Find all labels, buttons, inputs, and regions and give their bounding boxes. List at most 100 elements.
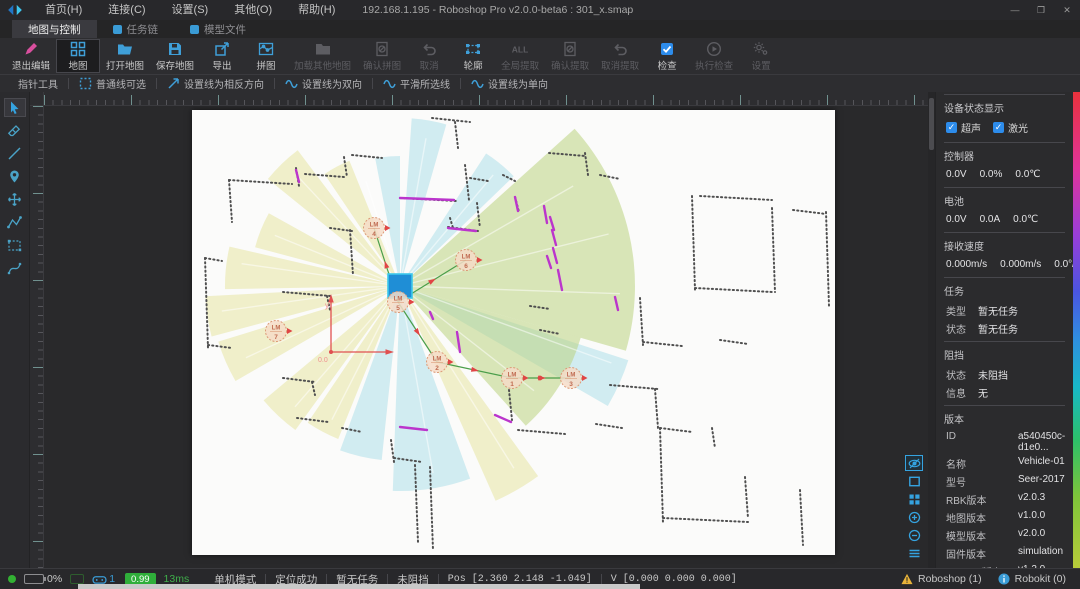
toolbar-button-全局提取[interactable]: ALL全局提取: [495, 39, 545, 73]
panel-section-阻挡: 阻挡状态未阻挡信息无: [944, 341, 1065, 405]
view-grid4-button[interactable]: [905, 491, 923, 507]
puzzle-icon: [258, 41, 274, 57]
tool-line[interactable]: [4, 144, 26, 163]
svg-text:1: 1: [510, 381, 514, 388]
toolbar-button-设置[interactable]: 设置: [739, 39, 783, 73]
view-zoom-in-button[interactable]: [905, 509, 923, 525]
toolbar-button-label: 轮廓: [464, 58, 483, 72]
title-bar: 首页(H)连接(C)设置(S)其他(O)帮助(H) 192.168.1.195 …: [0, 0, 1080, 20]
save-icon: [167, 41, 183, 57]
tool-eraser[interactable]: [4, 121, 26, 140]
menu-连接(C)[interactable]: 连接(C): [95, 0, 158, 20]
gear-icon: [753, 41, 769, 57]
info-value: v1.0.0: [1018, 510, 1065, 525]
toolbar-button-执行检查[interactable]: 执行检查: [689, 39, 739, 73]
toolbar-button-退出编辑[interactable]: 退出编辑: [6, 39, 56, 73]
menu-其他(O)[interactable]: 其他(O): [221, 0, 285, 20]
tool-rect-select[interactable]: [4, 236, 26, 255]
map-svg[interactable]: y0.0LM4LM6LM5LM7LM2LM1LM3: [192, 110, 835, 555]
tool-move[interactable]: [4, 190, 26, 209]
toolbar-button-拼图[interactable]: 拼图: [244, 39, 288, 73]
toolbar-button-label: 检查: [658, 58, 677, 72]
maximize-button[interactable]: ❐: [1028, 0, 1054, 20]
info-row-ID: IDa540450c-d1e0...: [944, 429, 1065, 454]
toolbar-button-label: 地图: [69, 58, 88, 72]
line-tool-平滑所选线[interactable]: 平滑所选线: [373, 75, 460, 93]
undo-icon: [421, 41, 437, 57]
tab-label: 地图与控制: [28, 22, 81, 37]
status-Roboshop (1)[interactable]: Roboshop (1): [901, 573, 982, 585]
menu-设置(S)[interactable]: 设置(S): [159, 0, 222, 20]
toolbar-button-轮廓[interactable]: 轮廓: [451, 39, 495, 73]
value: 0.0℃: [1013, 214, 1038, 225]
tab-地图与控制[interactable]: 地图与控制: [12, 20, 97, 38]
toolbar-button-取消[interactable]: 取消: [407, 39, 451, 73]
info-label: 信息: [946, 385, 978, 400]
wave-icon: [471, 77, 484, 90]
info-label: 型号: [946, 474, 1018, 489]
toolbar-button-加载其他地图[interactable]: 加载其他地图: [288, 39, 357, 73]
line-tool-label: 设置线为双向: [302, 76, 362, 91]
tool-curve[interactable]: [4, 259, 26, 278]
line-tool-设置线为双向[interactable]: 设置线为双向: [275, 75, 372, 93]
menu-首页(H)[interactable]: 首页(H): [32, 0, 95, 20]
horizontal-scrollbar[interactable]: [78, 584, 640, 589]
menu-帮助(H)[interactable]: 帮助(H): [285, 0, 348, 20]
main-toolbar: 退出编辑地图打开地图保存地图导出拼图加载其他地图确认拼图取消轮廓 ALL全局提取确…: [0, 38, 1080, 74]
line-tool-设置线为单向[interactable]: 设置线为单向: [461, 75, 558, 93]
line-tool-指针工具[interactable]: 指针工具: [8, 75, 68, 93]
play-icon: [706, 41, 722, 57]
info-label: 地图版本: [946, 510, 1018, 525]
line-tool-普通线可选[interactable]: 普通线可选: [69, 75, 156, 93]
toolbar-button-确认拼图[interactable]: 确认拼图: [357, 39, 407, 73]
tool-pin[interactable]: [4, 167, 26, 186]
view-rect-button[interactable]: [905, 473, 923, 489]
tool-polyline[interactable]: [4, 213, 26, 232]
panel-section-接收速度: 接收速度0.000m/s0.000m/s0.0°/s: [944, 232, 1065, 277]
view-eye-off-button[interactable]: [905, 455, 923, 471]
minimize-button[interactable]: —: [1002, 0, 1028, 20]
info-row-信息: 信息无: [944, 383, 1065, 401]
close-button[interactable]: ✕: [1054, 0, 1080, 20]
info-label: 固件版本: [946, 546, 1018, 561]
toolbar-button-地图[interactable]: 地图: [56, 39, 100, 73]
view-lines-button[interactable]: [905, 545, 923, 561]
view-mini-toolbar: [905, 455, 925, 561]
svg-text:3: 3: [569, 381, 573, 388]
info-icon: [998, 573, 1010, 585]
toolbar-button-打开地图[interactable]: 打开地图: [100, 39, 150, 73]
checkbox-超声[interactable]: ✓超声: [946, 120, 981, 135]
value: 0.0℃: [1015, 169, 1040, 180]
info-value: 无: [978, 385, 1065, 400]
info-label: 类型: [946, 303, 978, 318]
section-title: 控制器: [944, 146, 1065, 166]
line-toolbar: 指针工具普通线可选设置线为相反方向 设置线为双向平滑所选线设置线为单向: [0, 74, 1080, 92]
panel-section-设备状态显示: 设备状态显示✓超声✓激光: [944, 94, 1065, 142]
canvas-vertical-scrollbar[interactable]: [928, 92, 935, 568]
view-zoom-out-button[interactable]: [905, 527, 923, 543]
line-tool-设置线为相反方向[interactable]: 设置线为相反方向: [157, 75, 274, 93]
toolbar-button-确认提取[interactable]: 确认提取: [545, 39, 595, 73]
svg-text:LM: LM: [370, 223, 379, 229]
toolbar-button-保存地图[interactable]: 保存地图: [150, 39, 200, 73]
doc-check-icon: [562, 41, 578, 57]
svg-text:LM: LM: [394, 297, 403, 303]
map-canvas-area[interactable]: y0.0LM4LM6LM5LM7LM2LM1LM3: [30, 92, 935, 568]
connection-dot: [8, 575, 16, 583]
scrollbar-thumb[interactable]: [929, 98, 934, 150]
tab-任务链[interactable]: 任务链: [97, 20, 175, 38]
svg-text:7: 7: [274, 334, 278, 341]
draw-tools-toolbar: [0, 92, 30, 568]
toolbar-button-检查[interactable]: 检查: [645, 39, 689, 73]
toolbar-button-导出[interactable]: 导出: [200, 39, 244, 73]
status-item: V [0.000 0.000 0.000]: [602, 574, 746, 585]
map-page[interactable]: y0.0LM4LM6LM5LM7LM2LM1LM3: [192, 110, 835, 555]
info-label: RBK版本: [946, 492, 1018, 507]
tab-模型文件[interactable]: 模型文件: [174, 20, 262, 38]
status-Robokit (0)[interactable]: Robokit (0): [998, 573, 1066, 585]
section-title: 任务: [944, 281, 1065, 301]
checkbox-icon: ✓: [993, 122, 1004, 133]
toolbar-button-取消提取[interactable]: 取消提取: [595, 39, 645, 73]
checkbox-激光[interactable]: ✓激光: [993, 120, 1028, 135]
tool-pointer[interactable]: [4, 98, 26, 117]
